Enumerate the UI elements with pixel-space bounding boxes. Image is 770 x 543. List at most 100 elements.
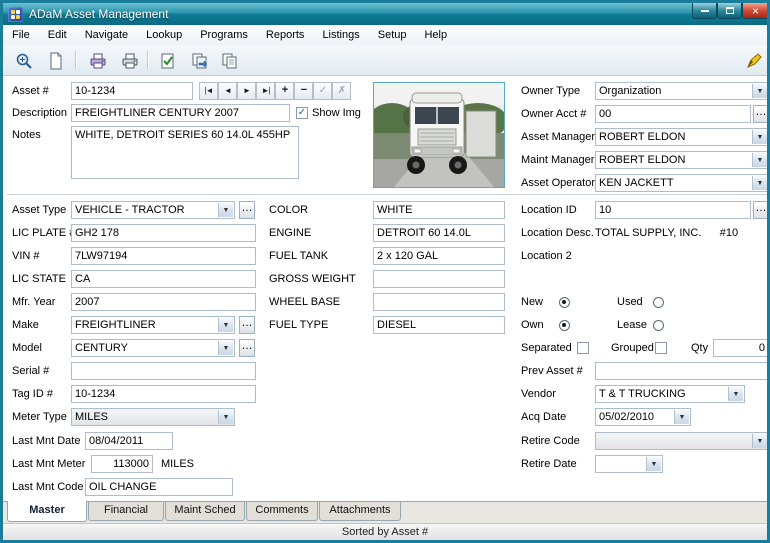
separated-label: Separated [521,342,572,354]
fuel-tank-field[interactable]: 2 x 120 GAL [373,247,505,265]
post-edit-button[interactable] [153,48,183,74]
engine-field[interactable]: DETROIT 60 14.0L [373,224,505,242]
chevron-down-icon[interactable]: ▼ [752,130,767,144]
nav-insert-button[interactable]: + [275,82,294,100]
make-lookup-button[interactable]: … [239,316,255,334]
used-radio[interactable] [653,297,664,308]
new-record-button[interactable] [41,48,71,74]
vendor-combo[interactable]: T & T TRUCKING ▼ [595,385,745,403]
chevron-down-icon[interactable]: ▼ [218,318,233,332]
prev-asset-field[interactable] [595,362,767,380]
chevron-down-icon[interactable]: ▼ [728,387,743,401]
fuel-type-field[interactable]: DIESEL [373,316,505,334]
used-radio-label: Used [617,296,643,308]
minimize-button[interactable] [692,3,717,19]
chevron-down-icon[interactable]: ▼ [752,434,767,448]
print-button[interactable] [115,48,145,74]
asset-type-lookup-button[interactable]: … [239,201,255,219]
description-field[interactable]: FREIGHTLINER CENTURY 2007 [71,104,290,122]
menu-setup[interactable]: Setup [369,26,416,45]
menu-file[interactable]: File [3,26,39,45]
tab-attachments[interactable]: Attachments [319,502,401,521]
own-radio-label: Own [521,319,544,331]
retire-code-combo[interactable]: ▼ [595,432,767,450]
last-mnt-date-label: Last Mnt Date [12,435,81,447]
copy-record-button[interactable] [185,48,215,74]
owner-acct-field[interactable]: 00 [595,105,751,123]
chevron-down-icon[interactable]: ▼ [674,410,689,424]
zoom-button[interactable] [9,48,39,74]
print-setup-button[interactable] [83,48,113,74]
chevron-down-icon[interactable]: ▼ [752,153,767,167]
chevron-down-icon[interactable]: ▼ [752,176,767,190]
location2-label: Location 2 [521,250,572,262]
tab-financial[interactable]: Financial [88,502,164,521]
own-radio[interactable] [559,320,570,331]
menu-edit[interactable]: Edit [39,26,76,45]
vin-field[interactable]: 7LW97194 [71,247,256,265]
maximize-button[interactable] [717,3,742,19]
retire-date-picker[interactable]: ▼ [595,455,663,473]
gross-weight-field[interactable] [373,270,505,288]
acq-date-picker[interactable]: 05/02/2010 ▼ [595,408,691,426]
owner-acct-lookup-button[interactable]: … [753,105,767,123]
chevron-down-icon[interactable]: ▼ [218,341,233,355]
serial-field[interactable] [71,362,256,380]
menu-reports[interactable]: Reports [257,26,314,45]
show-img-checkbox[interactable]: ✓ [296,107,308,119]
nav-first-button[interactable]: |◄ [199,82,218,100]
menu-help[interactable]: Help [415,26,456,45]
nav-delete-button[interactable]: − [294,82,313,100]
app-window: ADaM Asset Management × File Edit Naviga… [0,0,770,543]
menu-navigate[interactable]: Navigate [76,26,137,45]
make-label: Make [12,319,39,331]
nav-last-button[interactable]: ►| [256,82,275,100]
duplicate-record-button[interactable] [215,48,245,74]
exit-button[interactable] [739,48,767,74]
lease-radio[interactable] [653,320,664,331]
tag-id-field[interactable]: 10-1234 [71,385,256,403]
asset-number-field[interactable]: 10-1234 [71,82,193,100]
tab-master[interactable]: Master [7,501,87,522]
chevron-down-icon[interactable]: ▼ [218,410,233,424]
notes-field[interactable]: WHITE, DETROIT SERIES 60 14.0L 455HP [71,126,299,179]
nav-cancel-button[interactable]: ✗ [332,82,351,100]
nav-next-button[interactable]: ► [237,82,256,100]
tab-comments[interactable]: Comments [246,502,318,521]
chevron-down-icon[interactable]: ▼ [752,84,767,98]
last-mnt-meter-field[interactable]: 113000 [91,455,153,473]
asset-manager-combo[interactable]: ROBERT ELDON ▼ [595,128,767,146]
separated-checkbox[interactable] [577,342,589,354]
owner-type-combo[interactable]: Organization ▼ [595,82,767,100]
model-combo[interactable]: CENTURY ▼ [71,339,235,357]
new-radio[interactable] [559,297,570,308]
last-mnt-date-field[interactable]: 08/04/2011 [85,432,173,450]
maint-manager-combo[interactable]: ROBERT ELDON ▼ [595,151,767,169]
chevron-down-icon[interactable]: ▼ [646,457,661,471]
chevron-down-icon[interactable]: ▼ [218,203,233,217]
tab-maint-sched[interactable]: Maint Sched [165,502,245,521]
menu-lookup[interactable]: Lookup [137,26,191,45]
asset-type-combo[interactable]: VEHICLE - TRACTOR ▼ [71,201,235,219]
asset-operator-combo[interactable]: KEN JACKETT ▼ [595,174,767,192]
nav-prev-button[interactable]: ◄ [218,82,237,100]
location-id-field[interactable]: 10 [595,201,751,219]
grouped-checkbox[interactable] [655,342,667,354]
model-lookup-button[interactable]: … [239,339,255,357]
lic-plate-field[interactable]: GH2 178 [71,224,256,242]
new-radio-label: New [521,296,544,308]
lic-state-field[interactable]: CA [71,270,256,288]
mfr-year-field[interactable]: 2007 [71,293,256,311]
menu-listings[interactable]: Listings [313,26,368,45]
close-button[interactable]: × [742,3,767,19]
make-combo[interactable]: FREIGHTLINER ▼ [71,316,235,334]
nav-post-button[interactable]: ✓ [313,82,332,100]
color-field[interactable]: WHITE [373,201,505,219]
menu-programs[interactable]: Programs [191,26,257,45]
last-mnt-code-field[interactable]: OIL CHANGE [85,478,233,496]
meter-type-combo[interactable]: MILES ▼ [71,408,235,426]
highlighter-icon [747,53,762,68]
location-id-lookup-button[interactable]: … [753,201,767,219]
wheel-base-field[interactable] [373,293,505,311]
qty-field[interactable]: 0 [713,339,767,357]
